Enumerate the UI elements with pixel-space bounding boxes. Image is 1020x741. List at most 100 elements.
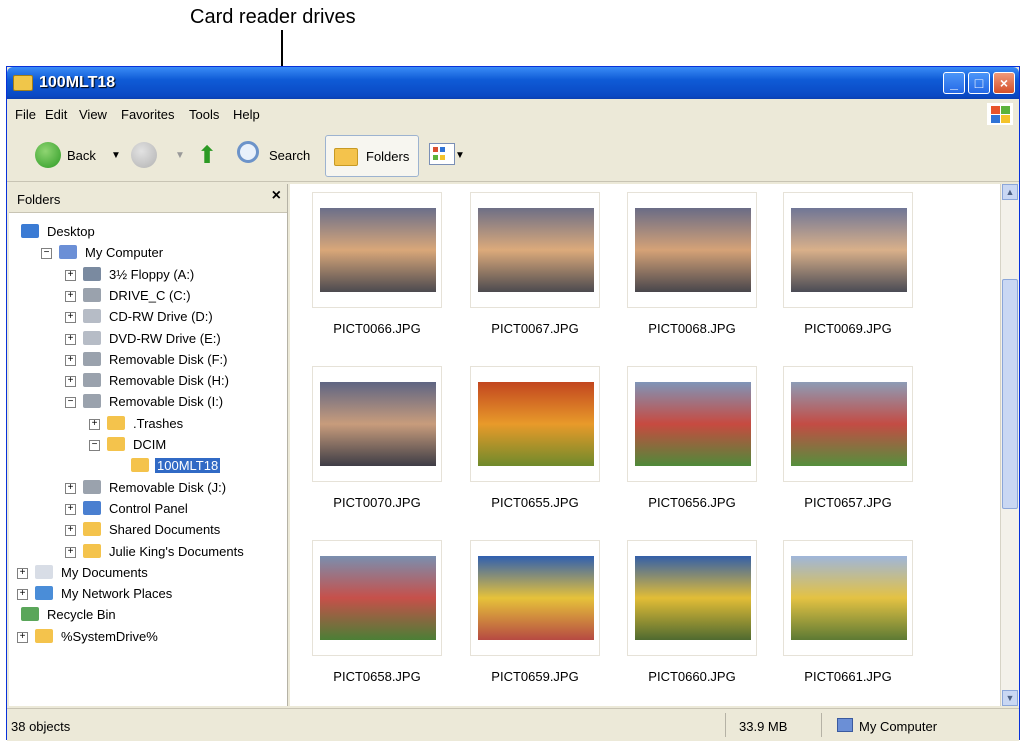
photo-thumbnail[interactable] xyxy=(470,192,600,308)
back-button-label[interactable]: Back xyxy=(67,148,96,163)
menu-help[interactable]: Help xyxy=(233,107,260,122)
tree-item[interactable]: Desktop xyxy=(17,222,277,242)
tree-item[interactable]: + Removable Disk (F:) xyxy=(65,350,325,370)
tree-item[interactable]: Recycle Bin xyxy=(17,605,277,625)
expand-icon[interactable]: + xyxy=(65,333,76,345)
menu-favorites[interactable]: Favorites xyxy=(121,107,174,122)
tree-item[interactable]: + Removable Disk (H:) xyxy=(65,371,325,391)
tree-item[interactable]: + DRIVE_C (C:) xyxy=(65,286,325,306)
file-name[interactable]: PICT0658.JPG xyxy=(302,669,452,684)
folders-pane: Folders × Desktop − My Computer +3½ Floppy … xyxy=(9,184,288,706)
file-name[interactable]: PICT0066.JPG xyxy=(302,321,452,336)
expand-icon[interactable]: + xyxy=(65,525,76,537)
scroll-thumb[interactable] xyxy=(1002,279,1018,509)
file-name[interactable]: PICT0657.JPG xyxy=(773,495,923,510)
collapse-icon[interactable]: − xyxy=(65,397,76,409)
removable-disk-icon xyxy=(83,479,101,494)
expand-icon[interactable]: + xyxy=(65,290,76,302)
expand-icon[interactable]: + xyxy=(65,269,76,281)
file-name[interactable]: PICT0067.JPG xyxy=(460,321,610,336)
views-dropdown-icon[interactable]: ▼ xyxy=(455,150,465,161)
computer-icon xyxy=(59,245,77,260)
menu-view[interactable]: View xyxy=(79,107,107,122)
back-arrow-icon[interactable] xyxy=(35,142,61,168)
file-view: PICT0066.JPG PICT0067.JPG PICT0068.JPG PICT… xyxy=(290,184,1000,706)
photo-thumbnail[interactable] xyxy=(470,366,600,482)
minimize-button[interactable]: _ xyxy=(943,72,965,94)
file-name[interactable]: PICT0659.JPG xyxy=(460,669,610,684)
photo-thumbnail[interactable] xyxy=(627,192,757,308)
search-button[interactable]: Search xyxy=(269,148,310,163)
photo-thumbnail[interactable] xyxy=(312,540,442,656)
photo-thumbnail[interactable] xyxy=(312,192,442,308)
expand-icon[interactable]: + xyxy=(65,482,76,494)
expand-icon[interactable]: + xyxy=(17,589,28,601)
tree-item[interactable]: +3½ Floppy (A:) xyxy=(65,265,325,285)
photo-image xyxy=(478,208,594,292)
maximize-button[interactable]: □ xyxy=(968,72,990,94)
close-pane-icon[interactable]: × xyxy=(272,187,281,205)
photo-thumbnail[interactable] xyxy=(783,540,913,656)
menu-tools[interactable]: Tools xyxy=(189,107,219,122)
expand-icon[interactable]: + xyxy=(65,546,76,558)
search-icon[interactable] xyxy=(237,141,259,163)
expand-icon[interactable]: + xyxy=(65,376,76,388)
tree-item[interactable]: + Removable Disk (J:) xyxy=(65,478,325,498)
photo-thumbnail[interactable] xyxy=(312,366,442,482)
file-name[interactable]: PICT0070.JPG xyxy=(302,495,452,510)
tree-item[interactable]: + My Documents xyxy=(17,563,277,583)
tree-item-label: Shared Documents xyxy=(109,522,221,538)
tree-item[interactable]: + %SystemDrive% xyxy=(17,627,277,647)
photo-thumbnail[interactable] xyxy=(470,540,600,656)
title-bar[interactable]: 100MLT18 _ □ × xyxy=(7,67,1019,99)
scroll-up-icon[interactable]: ▲ xyxy=(1002,184,1018,200)
photo-image xyxy=(478,382,594,466)
cd-drive-icon xyxy=(83,309,101,324)
collapse-icon[interactable]: − xyxy=(41,248,52,260)
floppy-icon xyxy=(83,266,101,281)
file-name[interactable]: PICT0656.JPG xyxy=(617,495,767,510)
photo-thumbnail[interactable] xyxy=(783,366,913,482)
photo-thumbnail[interactable] xyxy=(783,192,913,308)
forward-dropdown-icon[interactable]: ▼ xyxy=(175,150,185,161)
file-name[interactable]: PICT0655.JPG xyxy=(460,495,610,510)
collapse-icon[interactable]: − xyxy=(89,440,100,451)
folders-pane-title: Folders xyxy=(17,192,61,207)
expand-icon[interactable]: + xyxy=(17,567,28,579)
photo-thumbnail[interactable] xyxy=(627,366,757,482)
tree-item[interactable]: − My Computer xyxy=(41,243,301,263)
close-button[interactable]: × xyxy=(993,72,1015,94)
file-name[interactable]: PICT0069.JPG xyxy=(773,321,923,336)
vertical-scrollbar[interactable]: ▲ ▼ xyxy=(1000,184,1019,706)
tree-item[interactable]: + Shared Documents xyxy=(65,520,325,540)
file-name[interactable]: PICT0068.JPG xyxy=(617,321,767,336)
computer-icon xyxy=(837,718,853,732)
file-name[interactable]: PICT0661.JPG xyxy=(773,669,923,684)
menu-edit[interactable]: Edit xyxy=(45,107,67,122)
folders-button[interactable]: Folders xyxy=(325,135,419,177)
tree-item[interactable]: − Removable Disk (I:) xyxy=(65,392,325,412)
tree-item[interactable]: + My Network Places xyxy=(17,584,277,604)
back-dropdown-icon[interactable]: ▼ xyxy=(111,150,121,161)
file-name[interactable]: PICT0660.JPG xyxy=(617,669,767,684)
expand-icon[interactable]: + xyxy=(65,503,76,515)
tree-item-label: .Trashes xyxy=(133,415,184,431)
photo-thumbnail[interactable] xyxy=(627,540,757,656)
tree-item[interactable]: + CD-RW Drive (D:) xyxy=(65,307,325,327)
expand-icon[interactable]: + xyxy=(17,631,28,643)
menu-file[interactable]: File xyxy=(15,107,36,122)
photo-image xyxy=(791,556,907,640)
folders-button-label: Folders xyxy=(366,149,410,164)
tree-item[interactable]: + DVD-RW Drive (E:) xyxy=(65,329,325,349)
status-divider xyxy=(821,713,822,737)
forward-arrow-icon[interactable] xyxy=(131,142,157,168)
expand-icon[interactable]: + xyxy=(89,418,100,430)
expand-icon[interactable]: + xyxy=(65,312,76,324)
scroll-down-icon[interactable]: ▼ xyxy=(1002,690,1018,706)
tree-item[interactable]: + Control Panel xyxy=(65,499,325,519)
up-folder-icon[interactable]: ⬆ xyxy=(197,141,217,170)
views-icon[interactable] xyxy=(429,143,455,165)
tree-item-label: DVD-RW Drive (E:) xyxy=(109,330,221,346)
expand-icon[interactable]: + xyxy=(65,354,76,366)
tree-item[interactable]: + Julie King's Documents xyxy=(65,542,325,562)
